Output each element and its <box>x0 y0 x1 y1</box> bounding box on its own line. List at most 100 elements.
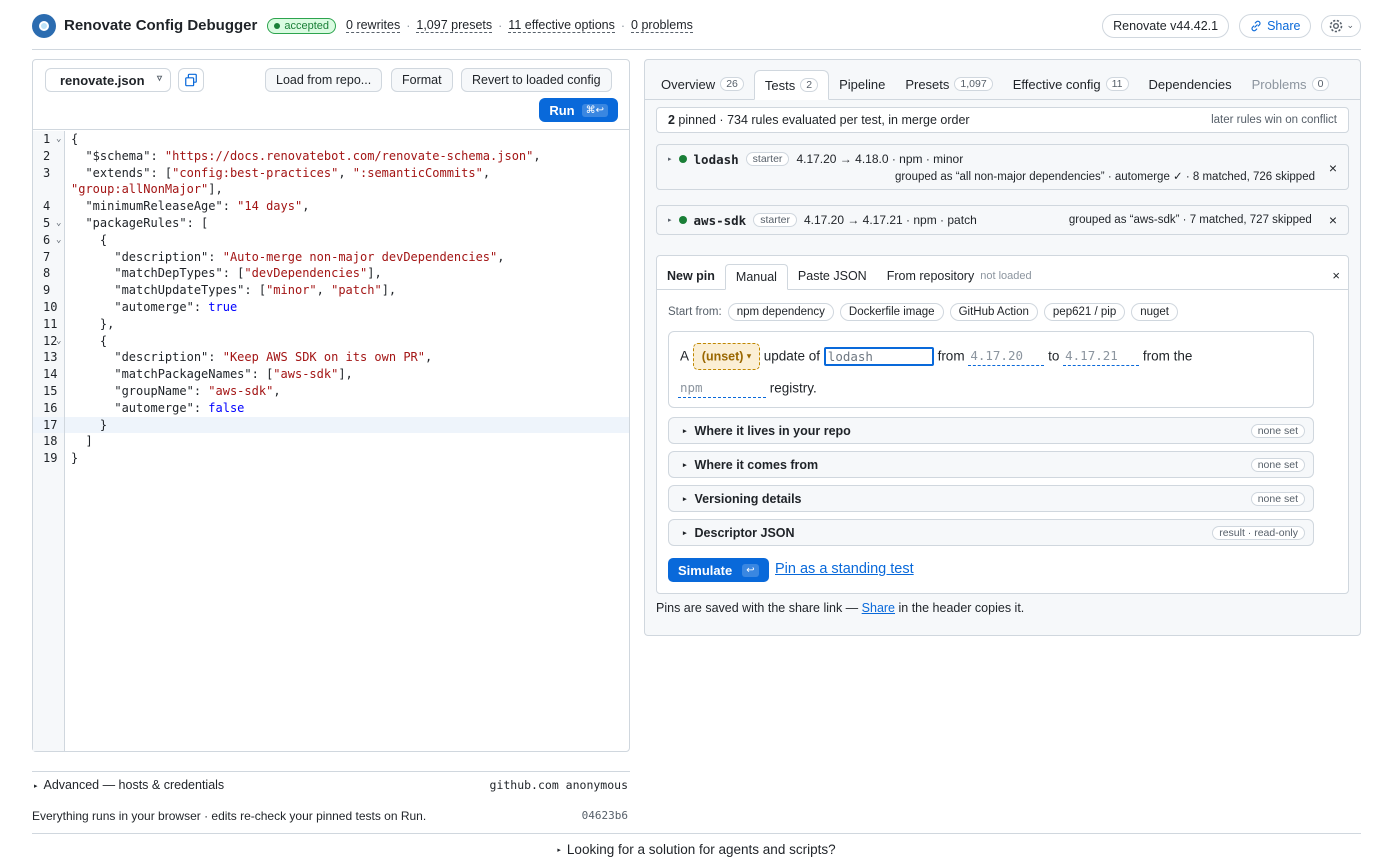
version-button[interactable]: Renovate v44.42.1 <box>1102 13 1230 38</box>
fold-chevron-icon[interactable]: ⌄ <box>56 131 61 148</box>
tab-label: Effective config <box>1012 76 1101 92</box>
fold-chevron-icon[interactable]: ⌄ <box>56 215 61 232</box>
code-line[interactable]: { <box>65 131 629 148</box>
link-icon <box>1251 20 1261 31</box>
starter-badge: starter <box>745 152 790 166</box>
status-text: accepted <box>284 19 330 32</box>
code-line[interactable]: "$schema": "https://docs.renovatebot.com… <box>65 148 629 165</box>
run-button[interactable]: Run ⌘↩ <box>539 98 618 122</box>
effective-options-link[interactable]: 11 effective options <box>508 18 615 33</box>
pin-as-standing-test-link[interactable]: Pin as a standing test <box>775 561 914 577</box>
tab-paste-json[interactable]: Paste JSON <box>788 263 877 289</box>
sentence-text: from <box>937 348 965 364</box>
agents-link: Looking for a solution for agents and sc… <box>566 842 836 857</box>
problems-link[interactable]: 0 problems <box>631 18 693 33</box>
expand-triangle-icon: ▸ <box>557 847 561 855</box>
code-line[interactable]: "minimumReleaseAge": "14 days", <box>65 198 629 215</box>
file-select[interactable]: renovate.json ▿ <box>45 68 171 92</box>
close-new-pin-icon[interactable]: × <box>1332 268 1340 283</box>
code-line[interactable]: "description": "Keep AWS SDK on its own … <box>65 349 629 366</box>
package-name-input[interactable]: lodash <box>823 346 934 366</box>
tab-count-badge: 2 <box>800 78 819 92</box>
starter-badge: starter <box>753 213 797 227</box>
remove-pin-icon[interactable]: × <box>1329 212 1337 228</box>
code-line[interactable]: "automerge": true <box>65 299 629 316</box>
tab-problems[interactable]: Problems 0 <box>1242 69 1340 99</box>
code-line[interactable]: "group:allNonMajor"], <box>65 181 629 198</box>
start-from-label: Start from: <box>668 306 722 318</box>
tests-summary: 2 pinned · 734 rules evaluated per test,… <box>656 107 1349 133</box>
code-line[interactable]: { <box>65 232 629 249</box>
code-content[interactable]: { "$schema": "https://docs.renovatebot.c… <box>65 131 629 751</box>
code-line[interactable]: "groupName": "aws-sdk", <box>65 383 629 400</box>
code-line[interactable]: "matchPackageNames": ["aws-sdk"], <box>65 366 629 383</box>
tab-from-repository[interactable]: From repository not loaded <box>877 263 1042 289</box>
code-line[interactable]: { <box>65 333 629 350</box>
revert-button[interactable]: Revert to loaded config <box>461 68 612 92</box>
build-hash: 04623b6 <box>581 809 628 822</box>
chip-github-action[interactable]: GitHub Action <box>949 303 1038 321</box>
expand-triangle-icon: ▸ <box>683 495 687 503</box>
code-line[interactable]: "packageRules": [ <box>65 215 629 232</box>
code-line[interactable]: } <box>65 416 629 434</box>
section-descriptor-json[interactable]: ▸ Descriptor JSON result · read-only <box>668 519 1314 546</box>
code-line[interactable]: "description": "Auto-merge non-major dev… <box>65 249 629 266</box>
tab-effective-config[interactable]: Effective config 11 <box>1003 69 1139 99</box>
section-versioning-details[interactable]: ▸ Versioning details none set <box>668 485 1314 512</box>
share-note-link[interactable]: Share <box>862 601 895 615</box>
run-shortcut: ⌘↩ <box>581 103 608 117</box>
tab-manual[interactable]: Manual <box>724 264 788 290</box>
code-line[interactable]: "extends": ["config:best-practices", ":s… <box>65 165 629 182</box>
simulate-button[interactable]: Simulate ↩ <box>668 558 769 582</box>
agents-section[interactable]: ▸ Looking for a solution for agents and s… <box>32 833 1361 857</box>
code-line[interactable]: ] <box>65 433 629 450</box>
line-number: 12 ⌄ <box>43 333 62 350</box>
host-credentials-status: github.com anonymous <box>489 778 628 792</box>
code-editor[interactable]: 1 ⌄ 2 3 4 5 ⌄ 6 ⌄ 7 8 9 10 11 12 ⌄ 13 14 15 16 17 18 19 { "$sc… <box>33 131 629 751</box>
registry-input[interactable]: npm <box>678 379 766 399</box>
section-tag: none set <box>1250 457 1305 472</box>
section-label: Descriptor JSON <box>694 525 795 540</box>
settings-menu[interactable]: ⌄ <box>1321 14 1361 37</box>
pin-card-lodash[interactable]: ▸ lodash starter 4.17.20 → 4.18.0 · npm … <box>656 144 1349 190</box>
remove-pin-icon[interactable]: × <box>1329 160 1337 176</box>
new-pin-title: New pin <box>667 269 715 283</box>
fold-chevron-icon[interactable]: ⌄ <box>56 232 61 249</box>
fold-chevron-icon[interactable]: ⌄ <box>56 333 61 350</box>
line-gutter: 1 ⌄ 2 3 4 5 ⌄ 6 ⌄ 7 8 9 10 11 12 ⌄ 13 14 15 16 17 18 19 <box>33 131 65 751</box>
tab-tests[interactable]: Tests 2 <box>753 70 830 100</box>
advanced-section[interactable]: ▸ Advanced — hosts & credentials github.… <box>32 771 630 792</box>
tab-dependencies[interactable]: Dependencies <box>1139 69 1242 99</box>
line-number: 10 <box>43 299 58 314</box>
chip-dockerfile-image[interactable]: Dockerfile image <box>839 303 944 321</box>
section-where-it-comes-from[interactable]: ▸ Where it comes from none set <box>668 451 1314 478</box>
code-line[interactable]: "automerge": false <box>65 400 629 417</box>
tab-presets[interactable]: Presets 1,097 <box>895 69 1002 99</box>
tab-overview[interactable]: Overview 26 <box>651 69 754 99</box>
pin-card-aws-sdk[interactable]: ▸ aws-sdk starter 4.17.20 → 4.17.21 · np… <box>656 205 1349 235</box>
copy-button[interactable] <box>178 68 204 92</box>
from-version-input[interactable]: 4.17.20 <box>968 347 1045 366</box>
update-type-select[interactable]: (unset) ▾ <box>692 343 760 370</box>
format-button[interactable]: Format <box>391 68 453 92</box>
pass-status-icon <box>678 216 687 224</box>
line-number: 16 <box>43 400 58 415</box>
load-from-repo-button[interactable]: Load from repo... <box>265 68 383 92</box>
chip-nuget[interactable]: nuget <box>1131 303 1178 321</box>
line-number: 4 <box>43 199 51 214</box>
line-number: 1 ⌄ <box>43 131 62 148</box>
to-version-input[interactable]: 4.17.21 <box>1063 347 1140 366</box>
new-pin-tabs: New pin Manual Paste JSON From repositor… <box>657 256 1348 290</box>
tab-pipeline[interactable]: Pipeline <box>829 69 895 99</box>
section-where-it-lives[interactable]: ▸ Where it lives in your repo none set <box>668 417 1314 444</box>
code-line[interactable]: }, <box>65 316 629 333</box>
line-number: 7 <box>43 249 51 264</box>
rewrites-link[interactable]: 0 rewrites <box>346 18 401 33</box>
chip-pep621-pip[interactable]: pep621 / pip <box>1043 303 1126 321</box>
code-line[interactable]: "matchDepTypes": ["devDependencies"], <box>65 265 629 282</box>
share-button[interactable]: Share <box>1239 13 1312 38</box>
chip-npm-dependency[interactable]: npm dependency <box>727 303 834 321</box>
presets-link[interactable]: 1,097 presets <box>416 18 493 33</box>
code-line[interactable]: "matchUpdateTypes": ["minor", "patch"], <box>65 282 629 299</box>
code-line[interactable]: } <box>65 450 629 467</box>
